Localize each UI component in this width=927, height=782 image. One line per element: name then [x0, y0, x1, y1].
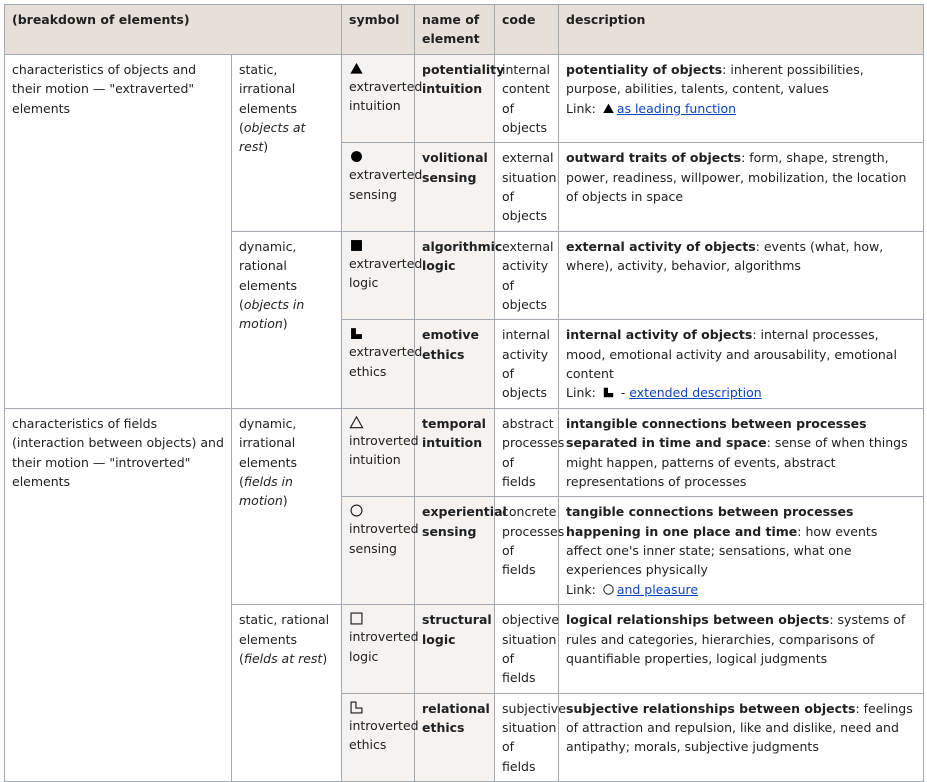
description-lead: subjective relationships between objects [566, 700, 856, 716]
hollow-circle-icon [349, 503, 407, 518]
subgroup-label-tail: ) [282, 316, 288, 332]
subgroup-label-cell: dynamic, irrational elements (fields in … [230, 407, 343, 606]
symbol-label-line2: sensing [349, 540, 397, 556]
symbol-cell: extraverted sensing [341, 142, 423, 232]
subgroup-label-tail: ) [322, 650, 328, 666]
link-prefix-label: Link: [566, 581, 596, 597]
element-description-cell: outward traits of objects: form, shape, … [558, 142, 925, 232]
description-lead: logical relationships between objects [566, 612, 830, 628]
table-row: characteristics of fields (interaction b… [4, 407, 925, 782]
subgroup-label-tail: ) [263, 139, 269, 155]
col-header-symbol: symbol [341, 4, 416, 55]
symbol-label-line2: ethics [349, 363, 387, 379]
element-description-cell: logical relationships between objects: s… [558, 604, 925, 694]
table-header-row: (breakdown of elements) symbol name of ele… [3, 4, 925, 55]
element-code-cell: external activity of objects [494, 230, 560, 321]
hollow-triangle-icon [349, 415, 407, 430]
subgroup-label-cell: static, rational elements (fields at res… [230, 604, 343, 782]
symbol-label-line2: logic [349, 275, 379, 291]
symbol-label-line1: extraverted [349, 344, 423, 360]
symbol-label-line1: introverted [349, 521, 419, 537]
symbol-label-line1: introverted [349, 432, 419, 448]
symbol-cell: introverted intuition [341, 407, 419, 498]
description-link[interactable]: as leading function [617, 101, 736, 116]
subgroup-label-emphasis: objects at rest [239, 119, 306, 155]
element-name-cell: volitional sensing [414, 142, 496, 232]
description-lead: internal activity of objects [566, 327, 753, 343]
element-description-cell: intangible connections between processes… [558, 407, 925, 498]
symbol-label-line2: sensing [349, 186, 397, 202]
element-name-cell: algorithmic logic [414, 230, 502, 321]
subgroup-label-cell: static, irrational elements (objects at … [230, 53, 343, 232]
description-lead: potentiality of objects [566, 61, 723, 77]
element-name-cell: experiential sensing [414, 496, 507, 606]
filled-corner-icon [349, 326, 407, 341]
element-name-cell: potentiality intuition [414, 53, 504, 144]
element-code-cell: abstract processes of fields [494, 407, 564, 498]
symbol-label-line2: logic [349, 648, 379, 664]
hollow-corner-icon [349, 700, 407, 715]
subgroup-label-emphasis: objects in motion [239, 296, 305, 332]
symbol-cell: introverted ethics [341, 692, 419, 782]
symbol-label-line2: intuition [349, 452, 401, 468]
col-header-code: code [494, 4, 560, 55]
element-name-cell: relational ethics [414, 692, 496, 782]
symbol-label-line1: introverted [349, 717, 419, 733]
element-name-cell: structural logic [414, 604, 496, 694]
element-code-cell: internal activity of objects [494, 319, 560, 409]
element-description-cell: external activity of objects: events (wh… [558, 230, 925, 321]
symbol-cell: extraverted logic [341, 230, 423, 321]
filled-circle-icon [349, 149, 407, 164]
description-link[interactable]: extended description [629, 385, 761, 400]
symbol-label-line2: ethics [349, 737, 387, 752]
symbol-label-line2: intuition [349, 98, 401, 114]
symbol-cell: introverted sensing [341, 496, 419, 606]
element-code-cell: external situation of objects [494, 142, 560, 232]
subgroup-label-cell: dynamic, rational elements (objects in m… [230, 230, 343, 409]
description-link-line: Link: - extended description [566, 383, 916, 402]
group-label-cell: characteristics of objects and their mot… [4, 53, 232, 409]
description-link-line: Link: as leading function [566, 99, 916, 118]
element-code-cell: internal content of objects [494, 53, 560, 144]
filled-triangle-icon [349, 61, 407, 76]
symbol-cell: extraverted ethics [341, 319, 423, 409]
filled-triangle-icon [602, 102, 615, 115]
element-description-cell: internal activity of objects: internal p… [558, 319, 925, 409]
link-dash: - [620, 385, 626, 401]
elements-table: (breakdown of elements) symbol name of ele… [3, 4, 925, 782]
symbol-cell: extraverted intuition [341, 53, 423, 144]
description-link-line: Link: and pleasure [566, 580, 916, 599]
symbol-label-line1: introverted [349, 629, 419, 645]
hollow-square-icon [349, 611, 407, 626]
subgroup-label-tail: ) [282, 493, 288, 509]
description-lead: external activity of objects [566, 238, 756, 254]
filled-square-icon [349, 238, 407, 253]
element-code-cell: concrete processes of fields [494, 496, 564, 606]
element-name-cell: temporal intuition [414, 407, 496, 498]
description-lead: outward traits of objects [566, 150, 742, 166]
element-name-cell: emotive ethics [414, 319, 496, 409]
group-label-cell: characteristics of fields (interaction b… [4, 407, 232, 782]
description-link[interactable]: and pleasure [617, 582, 698, 597]
element-description-cell: potentiality of objects: inherent possib… [558, 53, 925, 144]
col-header-name: name of element [414, 4, 496, 55]
hollow-circle-icon [602, 583, 615, 596]
symbol-cell: introverted logic [341, 604, 419, 694]
subgroup-label-emphasis: fields at rest [243, 650, 323, 666]
symbol-label-line1: extraverted [349, 167, 423, 183]
link-prefix-label: Link: [566, 385, 596, 401]
symbol-label-line1: extraverted [349, 255, 423, 271]
symbol-label-line1: extraverted [349, 78, 423, 94]
element-code-cell: objective situation of fields [494, 604, 559, 694]
element-description-cell: tangible connections between processes h… [558, 496, 925, 606]
col-header-description: description [558, 4, 925, 55]
link-prefix-label: Link: [566, 100, 596, 116]
col-header-breakdown: (breakdown of elements) [3, 4, 343, 55]
filled-corner-icon [602, 386, 615, 399]
element-code-cell: subjective situation of fields [494, 692, 566, 782]
table-row: characteristics of objects and their mot… [4, 53, 925, 409]
element-description-cell: subjective relationships between objects… [558, 692, 925, 782]
